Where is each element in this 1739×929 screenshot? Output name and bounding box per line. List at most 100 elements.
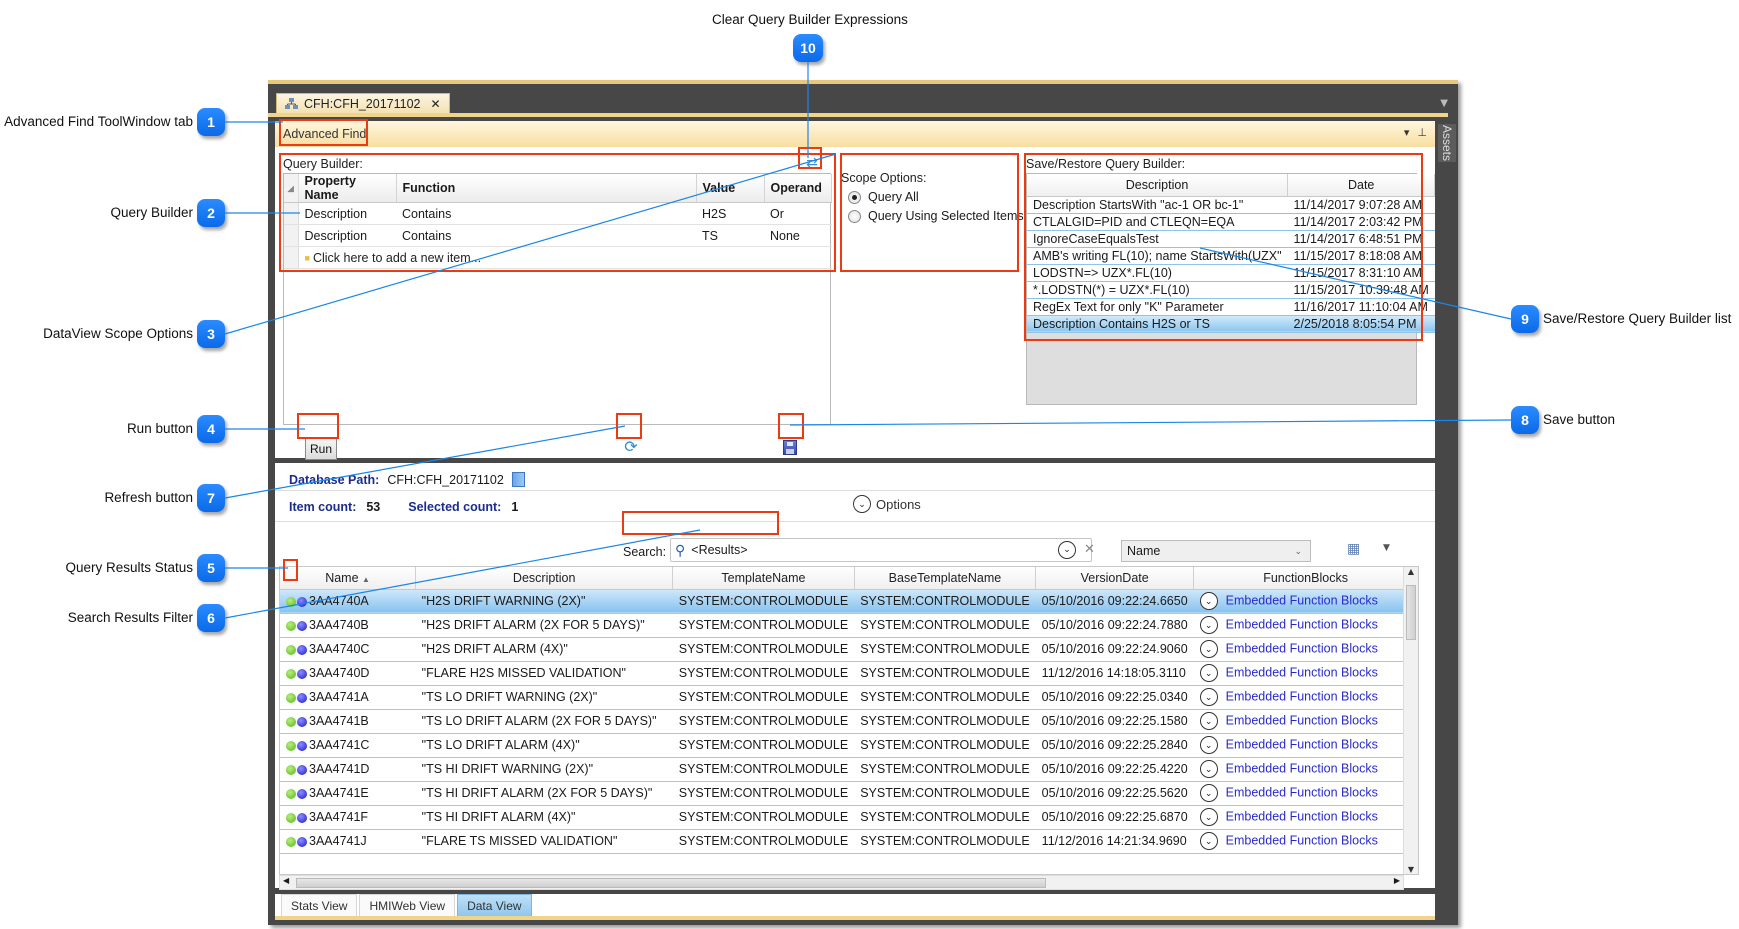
column-header-function-blocks[interactable]: FunctionBlocks [1193,567,1418,590]
column-header-name[interactable]: Name ▲ [280,567,417,590]
expand-function-blocks-icon[interactable]: ⌄ [1199,736,1218,754]
column-header-version-date[interactable]: VersionDate [1035,567,1195,590]
result-row[interactable]: 3AA4741D "TS HI DRIFT WARNING (2X)" SYSTEM… [280,757,1418,782]
cell-version-date[interactable]: 05/10/2016 09:22:25.6870 [1035,805,1194,830]
tab-data-view[interactable]: Data View [457,894,532,916]
cell-base-template-name[interactable]: SYSTEM:CONTROLMODULE [854,637,1036,662]
function-blocks-link[interactable]: Embedded Function Blocks [1226,641,1378,655]
cell-function-blocks[interactable]: ⌄ Embedded Function Blocks [1193,733,1418,758]
expand-function-blocks-icon[interactable]: ⌄ [1199,808,1218,826]
scroll-right-arrow[interactable]: ▶ [1394,876,1400,885]
expand-function-blocks-icon[interactable]: ⌄ [1199,592,1218,610]
scroll-left-arrow[interactable]: ◀ [283,876,289,885]
cell-version-date[interactable]: 11/12/2016 14:21:34.9690 [1035,829,1194,854]
options-expander[interactable]: ⌄ Options [853,495,921,513]
cell-base-template-name[interactable]: SYSTEM:CONTROLMODULE [854,613,1036,638]
cell-base-template-name[interactable]: SYSTEM:CONTROLMODULE [854,661,1036,686]
function-blocks-link[interactable]: Embedded Function Blocks [1226,785,1378,799]
cell-base-template-name[interactable]: SYSTEM:CONTROLMODULE [854,781,1036,806]
cell-name[interactable]: 3AA4741F [280,805,416,830]
cell-version-date[interactable]: 05/10/2016 09:22:24.7880 [1035,613,1194,638]
cell-template-name[interactable]: SYSTEM:CONTROLMODULE [672,685,855,710]
cell-description[interactable]: "TS HI DRIFT ALARM (4X)" [415,805,673,830]
add-new-item-row[interactable]: ■ Click here to add a new item... [284,246,832,269]
cell-description[interactable]: "H2S DRIFT WARNING (2X)" [415,589,673,614]
cell-template-name[interactable]: SYSTEM:CONTROLMODULE [672,589,855,614]
result-row[interactable]: 3AA4740C "H2S DRIFT ALARM (4X)" SYSTEM:CON… [280,637,1418,662]
column-header-value[interactable]: Value [696,174,765,203]
cell-base-template-name[interactable]: SYSTEM:CONTROLMODULE [854,757,1036,782]
search-results-filter-input[interactable]: ⚲ <Results> [670,538,1092,562]
cell-description[interactable]: "FLARE TS MISSED VALIDATION" [415,829,673,854]
cell-operand[interactable]: Or [764,202,832,225]
cell-base-template-name[interactable]: SYSTEM:CONTROLMODULE [854,829,1036,854]
saved-query-row[interactable]: Description StartsWith "ac-1 OR bc-1" 11/… [1027,196,1435,214]
select-all-corner[interactable]: ◢ [284,174,299,203]
cell-template-name[interactable]: SYSTEM:CONTROLMODULE [672,637,855,662]
cell-name[interactable]: 3AA4741C [280,733,416,758]
cell-function-blocks[interactable]: ⌄ Embedded Function Blocks [1193,829,1418,854]
radio-button-selected[interactable] [848,190,861,204]
search-field-select[interactable]: Name ⌄ [1121,540,1311,562]
cell-version-date[interactable]: 05/10/2016 09:22:25.5620 [1035,781,1194,806]
radio-query-all[interactable]: Query All [848,190,1024,204]
result-row[interactable]: 3AA4740D "FLARE H2S MISSED VALIDATION" SYS… [280,661,1418,686]
pin-icon[interactable]: ⊥ [1417,126,1427,139]
cell-name[interactable]: 3AA4741D [280,757,416,782]
cell-value[interactable]: H2S [696,202,764,225]
column-header-operand[interactable]: Operand [764,174,832,203]
result-row[interactable]: 3AA4741A "TS LO DRIFT WARNING (2X)" SYSTEM… [280,685,1418,710]
query-row[interactable]: Description Contains TS None [284,224,832,247]
clear-search-icon[interactable]: ✕ [1084,542,1095,557]
row-selector[interactable] [284,224,299,247]
column-chooser-dropdown-icon[interactable]: ▼ [1383,543,1390,553]
column-header-description[interactable]: Description [1027,174,1289,197]
saved-query-row[interactable]: *.LODSTN(*) = UZX*.FL(10) 11/15/2017 10:3… [1027,281,1435,299]
column-chooser-icon[interactable]: ▦ [1347,541,1360,557]
cell-function[interactable]: Contains [396,202,696,225]
cell-value[interactable]: TS [696,224,764,247]
function-blocks-link[interactable]: Embedded Function Blocks [1226,833,1378,847]
cell-description[interactable]: "TS HI DRIFT WARNING (2X)" [415,757,673,782]
cell-function-blocks[interactable]: ⌄ Embedded Function Blocks [1193,757,1418,782]
clear-query-builder-button[interactable]: ⇄ [803,155,821,171]
cell-description[interactable]: "TS LO DRIFT ALARM (4X)" [415,733,673,758]
tab-stats-view[interactable]: Stats View [281,894,358,916]
radio-button[interactable] [848,209,861,223]
cell-name[interactable]: 3AA4740A [280,589,416,614]
cell-template-name[interactable]: SYSTEM:CONTROLMODULE [672,757,855,782]
cell-template-name[interactable]: SYSTEM:CONTROLMODULE [672,805,855,830]
cell-property[interactable]: Description [298,224,396,247]
horizontal-scrollbar[interactable]: ◀ ▶ [279,875,1404,890]
cell-description[interactable]: "H2S DRIFT ALARM (4X)" [415,637,673,662]
cell-base-template-name[interactable]: SYSTEM:CONTROLMODULE [854,589,1036,614]
tab-hmiweb-view[interactable]: HMIWeb View [359,894,456,916]
tool-window-menu-icon[interactable]: ▾ [1404,126,1410,139]
result-row[interactable]: 3AA4740B "H2S DRIFT ALARM (2X FOR 5 DAYS)… [280,613,1418,638]
scroll-up-arrow[interactable]: ▲ [1404,567,1418,576]
cell-version-date[interactable]: 05/10/2016 09:22:25.1580 [1035,709,1194,734]
cell-template-name[interactable]: SYSTEM:CONTROLMODULE [672,829,855,854]
cell-name[interactable]: 3AA4740D [280,661,416,686]
cell-description[interactable]: "TS HI DRIFT ALARM (2X FOR 5 DAYS)" [415,781,673,806]
cell-base-template-name[interactable]: SYSTEM:CONTROLMODULE [854,805,1036,830]
scroll-down-arrow[interactable]: ▼ [1404,865,1418,874]
cell-description[interactable]: "TS LO DRIFT ALARM (2X FOR 5 DAYS)" [415,709,673,734]
expand-function-blocks-icon[interactable]: ⌄ [1199,832,1218,850]
cell-template-name[interactable]: SYSTEM:CONTROLMODULE [672,709,855,734]
column-header-template-name[interactable]: TemplateName [672,567,855,590]
saved-query-row[interactable]: LODSTN=> UZX*.FL(10) 11/15/2017 8:31:10 A… [1027,264,1435,282]
function-blocks-link[interactable]: Embedded Function Blocks [1226,713,1378,727]
cell-version-date[interactable]: 05/10/2016 09:22:25.0340 [1035,685,1194,710]
saved-query-row[interactable]: CTLALGID=PID and CTLEQN=EQA 11/14/2017 2:… [1027,213,1435,231]
result-row[interactable]: 3AA4741J "FLARE TS MISSED VALIDATION" SYST… [280,829,1418,854]
cell-name[interactable]: 3AA4740C [280,637,416,662]
close-tab-icon[interactable]: ✕ [431,97,441,111]
column-header-base-template-name[interactable]: BaseTemplateName [854,567,1037,590]
run-button[interactable]: Run [305,438,337,460]
function-blocks-link[interactable]: Embedded Function Blocks [1226,665,1378,679]
cell-description[interactable]: "FLARE H2S MISSED VALIDATION" [415,661,673,686]
add-new-item-text[interactable]: Click here to add a new item... [313,251,481,265]
horizontal-scroll-thumb[interactable] [296,878,1046,888]
cell-description[interactable]: "TS LO DRIFT WARNING (2X)" [415,685,673,710]
